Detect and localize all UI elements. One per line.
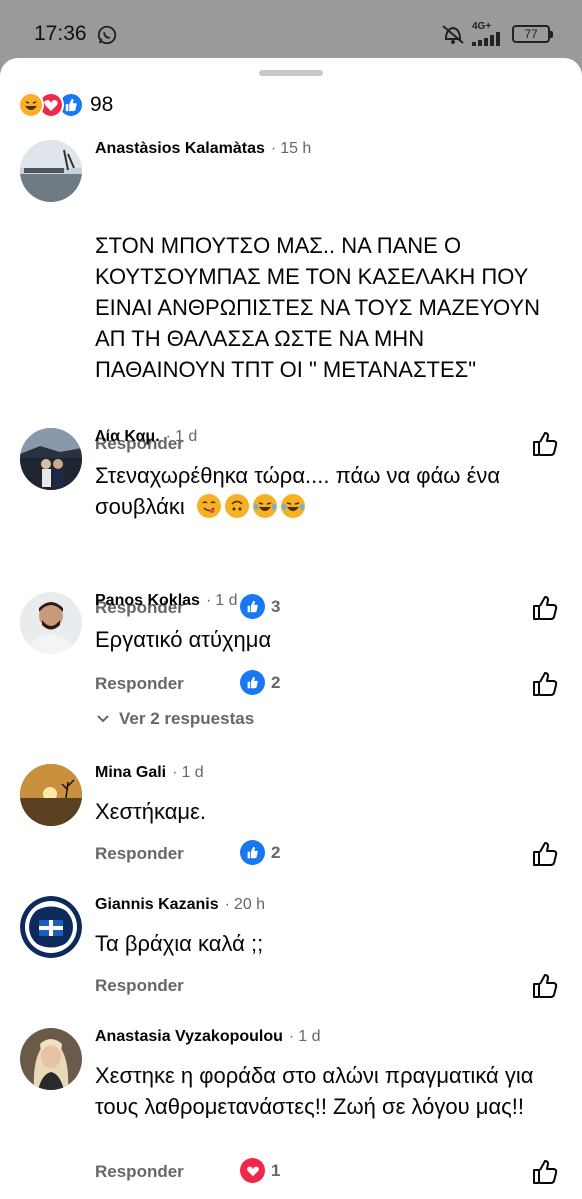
author-line: Mina Gali · 1 d — [95, 764, 204, 782]
reaction-count[interactable]: 1 — [240, 1158, 280, 1183]
like-button-icon[interactable] — [531, 1158, 559, 1186]
author-line: Anastàsios Kalamàtas · 15 h — [95, 140, 311, 158]
reaction-number: 1 — [271, 1160, 281, 1180]
author-line: Panos Koklas · 1 d — [95, 592, 238, 610]
status-indicators: 4G+ 77 — [440, 21, 553, 46]
reply-button[interactable]: Responder — [95, 674, 184, 694]
laughing-tears-emoji — [252, 494, 277, 518]
view-replies-label: Ver 2 respuestas — [119, 709, 255, 728]
avatar[interactable] — [20, 896, 82, 958]
reply-button[interactable]: Responder — [95, 976, 184, 996]
separator-dot: · — [224, 896, 230, 913]
like-button-icon[interactable] — [531, 972, 559, 1000]
author-name[interactable]: Λία Καμ. — [95, 428, 160, 446]
avatar[interactable] — [20, 1028, 82, 1090]
avatar[interactable] — [20, 592, 82, 654]
network-label: 4G+ — [472, 21, 492, 32]
author-name[interactable]: Anastàsios Kalamàtas — [95, 140, 265, 158]
reply-button[interactable]: Responder — [95, 844, 184, 864]
author-name[interactable]: Anastasia Vyzakopoulou — [95, 1028, 283, 1046]
author-line: Λία Καμ. · 1 d — [95, 428, 197, 446]
reaction-number: 2 — [271, 842, 281, 862]
laughing-tears-emoji — [280, 494, 305, 518]
alarm-muted-icon — [442, 25, 464, 44]
like-button-icon[interactable] — [531, 840, 559, 868]
view-replies-button[interactable]: Ver 2 respuestas — [95, 709, 254, 729]
comment-actions: Responder — [95, 972, 565, 1002]
like-icon — [240, 670, 265, 695]
separator-dot: · — [270, 140, 277, 157]
love-icon — [240, 1158, 265, 1183]
signal-icon — [472, 32, 500, 46]
separator-dot: · — [288, 1028, 295, 1045]
whatsapp-icon — [97, 25, 117, 45]
reaction-number: 3 — [271, 596, 281, 616]
reaction-count[interactable]: 2 — [240, 670, 280, 695]
like-icon — [240, 840, 265, 865]
comment-text: Στεναχωρέθηκα τώρα.... πάω να φάω ένα σο… — [95, 460, 560, 522]
author-name[interactable]: Mina Gali — [95, 764, 166, 782]
author-line: Giannis Kazanis · 20 h — [95, 896, 265, 914]
comment-actions: Responder 2 — [95, 670, 565, 700]
reactions-summary[interactable]: 98 — [18, 92, 113, 118]
comment-time: 1 d — [215, 592, 238, 609]
reaction-number: 2 — [271, 672, 281, 692]
battery-icon: 77 — [512, 25, 553, 43]
like-icon — [240, 594, 265, 619]
haha-icon — [18, 92, 44, 118]
battery-level: 77 — [524, 27, 538, 41]
comment-time: 20 h — [233, 896, 266, 913]
like-button-icon[interactable] — [531, 670, 559, 698]
reply-button[interactable]: Responder — [95, 1162, 184, 1182]
comment-actions: Responder 1 — [95, 1158, 565, 1188]
yum-emoji — [196, 494, 221, 518]
status-time: 17:36 — [34, 22, 87, 45]
avatar[interactable] — [20, 140, 82, 202]
chevron-down-icon — [97, 715, 109, 723]
reaction-total[interactable]: 98 — [90, 93, 113, 117]
avatar[interactable] — [20, 428, 82, 490]
author-name[interactable]: Giannis Kazanis — [95, 896, 219, 914]
avatar[interactable] — [20, 764, 82, 826]
like-button-icon[interactable] — [531, 430, 559, 458]
separator-dot: · — [205, 592, 212, 609]
upside-down-emoji — [224, 494, 249, 518]
comment-time: 15 h — [280, 140, 312, 157]
separator-dot: · — [172, 764, 178, 781]
reaction-count[interactable]: 2 — [240, 840, 280, 865]
comment-actions: Responder 2 — [95, 840, 565, 870]
like-button-icon[interactable] — [531, 594, 559, 622]
comment-time: 1 d — [181, 764, 204, 781]
comment-time: 1 d — [298, 1028, 321, 1045]
author-name[interactable]: Panos Koklas — [95, 592, 200, 610]
separator-dot: · — [165, 428, 171, 445]
comment-text: Εργατικό ατύχημα — [95, 627, 272, 652]
comments-sheet: 98 Anastàsios Kalamàtas · 15 h ΣΤΟΝ ΜΠΟΥ… — [0, 58, 582, 1199]
comment-text: Τα βράχια καλά ;; — [95, 931, 264, 956]
status-bar: 17:36 4G+ 77 — [0, 0, 582, 60]
comment-text: Χεστηκε η φοράδα στο αλώνι πραγματικά γι… — [95, 1063, 534, 1119]
comment-text-1: ΣΤΟΝ ΜΠΟΥΤΣΟ ΜΑΣ.. ΝΑ ΠΑΝΕ Ο ΚΟΥΤΣΟΥΜΠΑΣ… — [95, 233, 540, 382]
comment-text: Χεστήκαμε. — [95, 799, 207, 824]
author-line: Anastasia Vyzakopoulou · 1 d — [95, 1028, 320, 1046]
drag-handle[interactable] — [259, 70, 323, 76]
reaction-count[interactable]: 3 — [240, 594, 280, 619]
comment-time: 1 d — [174, 428, 198, 445]
